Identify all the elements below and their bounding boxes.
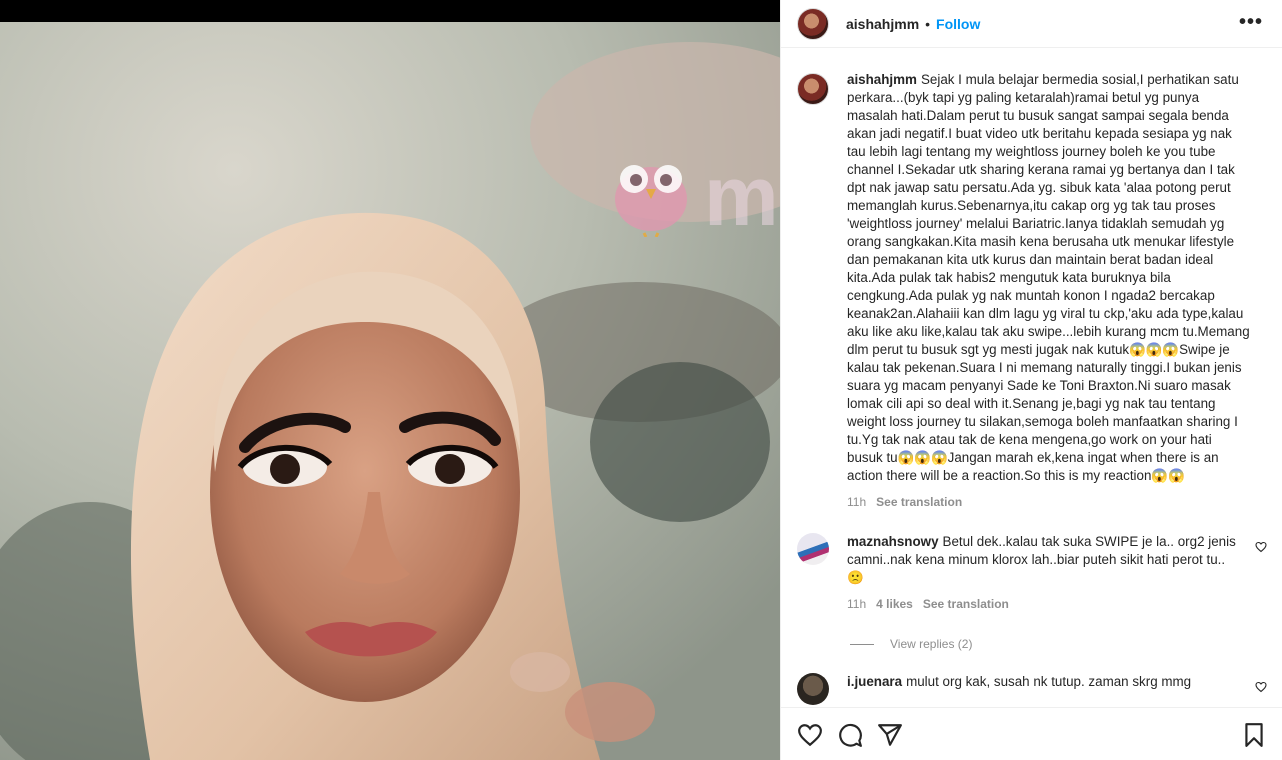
comment-username[interactable]: i.juenara <box>847 674 902 689</box>
caption: aishahjmm Sejak I mula belajar bermedia s… <box>797 71 1267 509</box>
username[interactable]: aishahjmm <box>846 16 919 32</box>
avatar[interactable] <box>797 673 829 705</box>
follow-button[interactable]: Follow <box>936 16 980 32</box>
heart-icon[interactable] <box>797 722 823 748</box>
comment-content: mulut org kak, susah nk tutup. zaman skr… <box>906 674 1192 689</box>
see-translation-button[interactable]: See translation <box>923 597 1009 611</box>
comment-time[interactable]: 11h <box>847 597 866 611</box>
likes-count[interactable]: 4 likes <box>876 597 913 611</box>
post-media[interactable]: mutah <box>0 0 780 760</box>
comments-list[interactable]: aishahjmm Sejak I mula belajar bermedia s… <box>781 49 1282 707</box>
avatar[interactable] <box>797 73 829 105</box>
see-translation-button[interactable]: See translation <box>876 495 962 509</box>
watermark-text: mutah <box>704 149 780 243</box>
avatar[interactable] <box>797 7 829 40</box>
comment-item: maznahsnowy Betul dek..kalau tak suka SWI… <box>797 533 1267 611</box>
post-side-panel: aishahjmm • Follow ••• aishahjmm Sejak I … <box>780 0 1282 760</box>
comment-body: maznahsnowy Betul dek..kalau tak suka SWI… <box>847 533 1239 611</box>
heart-icon[interactable] <box>1255 541 1267 553</box>
bookmark-icon[interactable] <box>1241 722 1267 748</box>
caption-username[interactable]: aishahjmm <box>847 72 917 87</box>
owl-logo <box>615 164 687 237</box>
caption-meta: 11h See translation <box>847 495 1251 509</box>
media-top-bar <box>0 0 780 22</box>
comment-item: i.juenara mulut org kak, susah nk tutup. … <box>797 673 1267 705</box>
comment-text: maznahsnowy Betul dek..kalau tak suka SWI… <box>847 533 1239 587</box>
comment-icon[interactable] <box>837 722 863 748</box>
view-replies-button[interactable]: View replies (2) <box>850 637 1267 651</box>
caption-text: aishahjmm Sejak I mula belajar bermedia s… <box>847 71 1251 485</box>
caption-body: aishahjmm Sejak I mula belajar bermedia s… <box>847 71 1251 509</box>
comment-body: i.juenara mulut org kak, susah nk tutup. … <box>847 673 1239 705</box>
view-replies-label: View replies (2) <box>890 637 973 651</box>
comment-text: i.juenara mulut org kak, susah nk tutup. … <box>847 673 1239 691</box>
post-photo <box>0 22 780 760</box>
caption-content: Sejak I mula belajar bermedia sosial,I p… <box>847 72 1250 483</box>
avatar[interactable] <box>797 533 829 565</box>
heart-icon[interactable] <box>1255 681 1267 693</box>
more-dots-icon[interactable]: ••• <box>1239 12 1263 32</box>
post-header: aishahjmm • Follow ••• <box>781 0 1282 48</box>
comment-meta: 11h 4 likes See translation <box>847 597 1239 611</box>
separator: • <box>925 15 931 32</box>
post-actions-bar <box>781 707 1282 760</box>
caption-time[interactable]: 11h <box>847 495 866 509</box>
replies-divider <box>850 643 874 645</box>
comment-username[interactable]: maznahsnowy <box>847 534 939 549</box>
paper-plane-icon[interactable] <box>877 722 903 748</box>
watermark: mutah <box>612 148 780 245</box>
